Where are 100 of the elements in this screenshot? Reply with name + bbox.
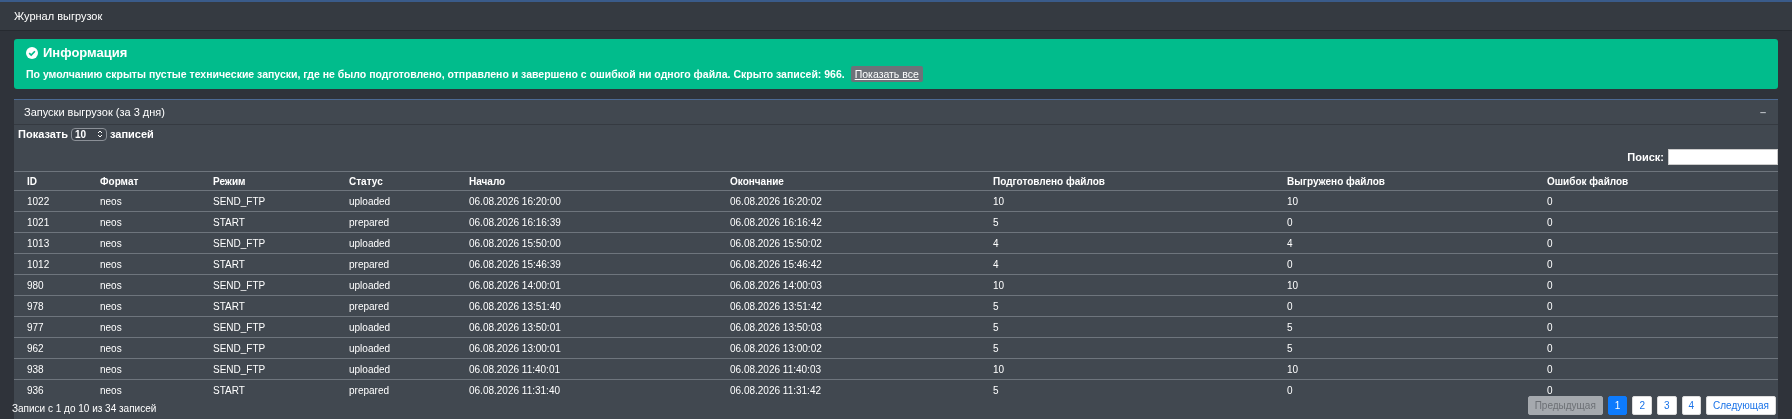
table-cell: neos — [87, 379, 200, 400]
table-cell: 0 — [1534, 337, 1778, 359]
table-cell: 06.08.2026 16:20:02 — [717, 190, 980, 212]
table-cell: 4 — [1274, 232, 1534, 254]
page-button[interactable]: 1 — [1607, 396, 1628, 415]
table-cell: 978 — [14, 295, 87, 317]
table-cell: 06.08.2026 16:16:42 — [717, 211, 980, 233]
table-cell: 06.08.2026 16:20:00 — [456, 190, 717, 212]
table-cell: SEND_FTP — [200, 190, 336, 212]
check-circle-icon — [26, 46, 38, 59]
table-cell: 06.08.2026 13:50:01 — [456, 316, 717, 338]
show-all-link[interactable]: Показать все — [850, 66, 923, 82]
table-cell: 0 — [1274, 211, 1534, 233]
table-cell: prepared — [336, 379, 456, 400]
table-cell: 06.08.2026 13:51:40 — [456, 295, 717, 317]
table-cell: SEND_FTP — [200, 274, 336, 296]
table-cell: 0 — [1274, 253, 1534, 275]
table-cell: 5 — [1274, 337, 1534, 359]
table-cell: START — [200, 253, 336, 275]
table-cell: 0 — [1534, 211, 1778, 233]
updown-caret-icon — [97, 128, 103, 139]
table-cell: prepared — [336, 211, 456, 233]
page-button[interactable]: Следующая — [1706, 396, 1776, 415]
table-cell: neos — [87, 274, 200, 296]
table-cell: 10 — [980, 358, 1274, 380]
table-cell: uploaded — [336, 316, 456, 338]
column-header[interactable]: Статус — [336, 171, 456, 191]
table-cell: 5 — [980, 211, 1274, 233]
table-cell: SEND_FTP — [200, 316, 336, 338]
column-header[interactable]: Выгружено файлов — [1274, 171, 1534, 191]
table-cell: 5 — [980, 316, 1274, 338]
table-cell: 5 — [980, 337, 1274, 359]
table-cell: 980 — [14, 274, 87, 296]
table-cell: neos — [87, 190, 200, 212]
alert-title: Информация — [43, 45, 128, 60]
table-cell: 06.08.2026 11:31:40 — [456, 379, 717, 400]
table-cell: 10 — [1274, 190, 1534, 212]
page-button[interactable]: 3 — [1656, 396, 1677, 415]
table-cell: 0 — [1534, 232, 1778, 254]
alert-message: По умолчанию скрыты пустые технические запуски, где не было подготовлено, отправлено и завершено с ошибкой ни одного файла. Скрыто записей: 966. — [26, 68, 845, 80]
table-cell: 10 — [1274, 274, 1534, 296]
search-label: Поиск: — [1627, 151, 1664, 163]
table-info: Записи с 1 до 10 из 34 записей — [12, 403, 157, 415]
table-cell: SEND_FTP — [200, 337, 336, 359]
table-cell: neos — [87, 337, 200, 359]
table-cell: 06.08.2026 15:46:39 — [456, 253, 717, 275]
table-cell: 0 — [1534, 190, 1778, 212]
table-cell: 1021 — [14, 211, 87, 233]
table-cell: neos — [87, 211, 200, 233]
table-cell: 1022 — [14, 190, 87, 212]
table-cell: 977 — [14, 316, 87, 338]
column-header[interactable]: Окончание — [717, 171, 980, 191]
table-cell: 06.08.2026 14:00:03 — [717, 274, 980, 296]
table-cell: 5 — [980, 379, 1274, 400]
table-cell: 962 — [14, 337, 87, 359]
table-cell: START — [200, 295, 336, 317]
table-cell: 936 — [14, 379, 87, 400]
column-header[interactable]: Ошибок файлов — [1534, 171, 1778, 191]
table-cell: 0 — [1534, 358, 1778, 380]
table-cell: 1013 — [14, 232, 87, 254]
table-cell: 06.08.2026 13:51:42 — [717, 295, 980, 317]
table-cell: 06.08.2026 15:50:00 — [456, 232, 717, 254]
search-field[interactable] — [1668, 149, 1778, 165]
table-cell: 1012 — [14, 253, 87, 275]
table-cell: neos — [87, 253, 200, 275]
column-header[interactable]: Формат — [87, 171, 200, 191]
table-cell: 0 — [1534, 253, 1778, 275]
table-cell: 10 — [980, 190, 1274, 212]
table-cell: neos — [87, 295, 200, 317]
table-cell: 06.08.2026 11:40:01 — [456, 358, 717, 380]
table-cell: neos — [87, 316, 200, 338]
table-cell: 0 — [1274, 295, 1534, 317]
table-cell: 5 — [980, 295, 1274, 317]
page-length-select[interactable]: 10 — [71, 127, 107, 141]
column-header[interactable]: ID — [14, 171, 87, 191]
table-cell: prepared — [336, 253, 456, 275]
length-label: записей — [110, 128, 154, 140]
table-cell: 06.08.2026 15:50:02 — [717, 232, 980, 254]
column-header[interactable]: Режим — [200, 171, 336, 191]
table-cell: 4 — [980, 232, 1274, 254]
table-cell: 0 — [1534, 316, 1778, 338]
page-button[interactable]: 2 — [1632, 396, 1652, 415]
page-title: Журнал выгрузок — [14, 10, 103, 22]
collapse-button[interactable]: – — [1759, 106, 1766, 118]
table-cell: uploaded — [336, 232, 456, 254]
column-header[interactable]: Подготовлено файлов — [980, 171, 1274, 191]
table-cell: 06.08.2026 13:50:03 — [717, 316, 980, 338]
table-cell: SEND_FTP — [200, 358, 336, 380]
table-cell: uploaded — [336, 274, 456, 296]
table-cell: 06.08.2026 11:40:03 — [717, 358, 980, 380]
table-cell: uploaded — [336, 190, 456, 212]
table-cell: 10 — [980, 274, 1274, 296]
table-cell: 10 — [1274, 358, 1534, 380]
table-cell: 06.08.2026 16:16:39 — [456, 211, 717, 233]
table-cell: prepared — [336, 295, 456, 317]
table-cell: 938 — [14, 358, 87, 380]
table-cell: uploaded — [336, 358, 456, 380]
column-header[interactable]: Начало — [456, 171, 717, 191]
page-button[interactable]: 4 — [1681, 396, 1702, 415]
table-cell: 06.08.2026 15:46:42 — [717, 253, 980, 275]
